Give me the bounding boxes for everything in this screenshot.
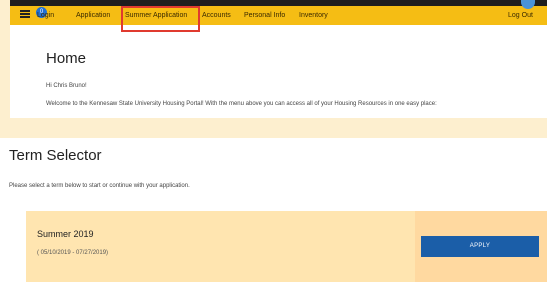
page-title: Home [46,50,87,67]
nav-inventory[interactable]: Inventory [299,6,328,25]
top-navbar: 0 Login Application Summer Application A… [10,6,547,25]
nav-personal-info[interactable]: Personal Info [244,6,285,25]
screen: 0 Login Application Summer Application A… [0,0,547,282]
nav-accounts[interactable]: Accounts [202,6,231,25]
term-dates: ( 05/10/2019 - 07/27/2019) [37,250,109,256]
term-selector-instructions: Please select a term below to start or c… [9,183,190,189]
welcome-text: Welcome to the Kennesaw State University… [46,101,437,107]
apply-button[interactable]: APPLY [421,236,539,257]
hamburger-menu-icon[interactable]: 0 [20,7,47,18]
term-name: Summer 2019 [37,229,94,239]
summer-application-highlight-box [121,6,200,32]
term-selector-title: Term Selector [9,147,102,164]
greeting-text: Hi Chris Bruno! [46,83,87,89]
nav-application[interactable]: Application [76,6,110,25]
nav-login[interactable]: Login [37,6,54,25]
